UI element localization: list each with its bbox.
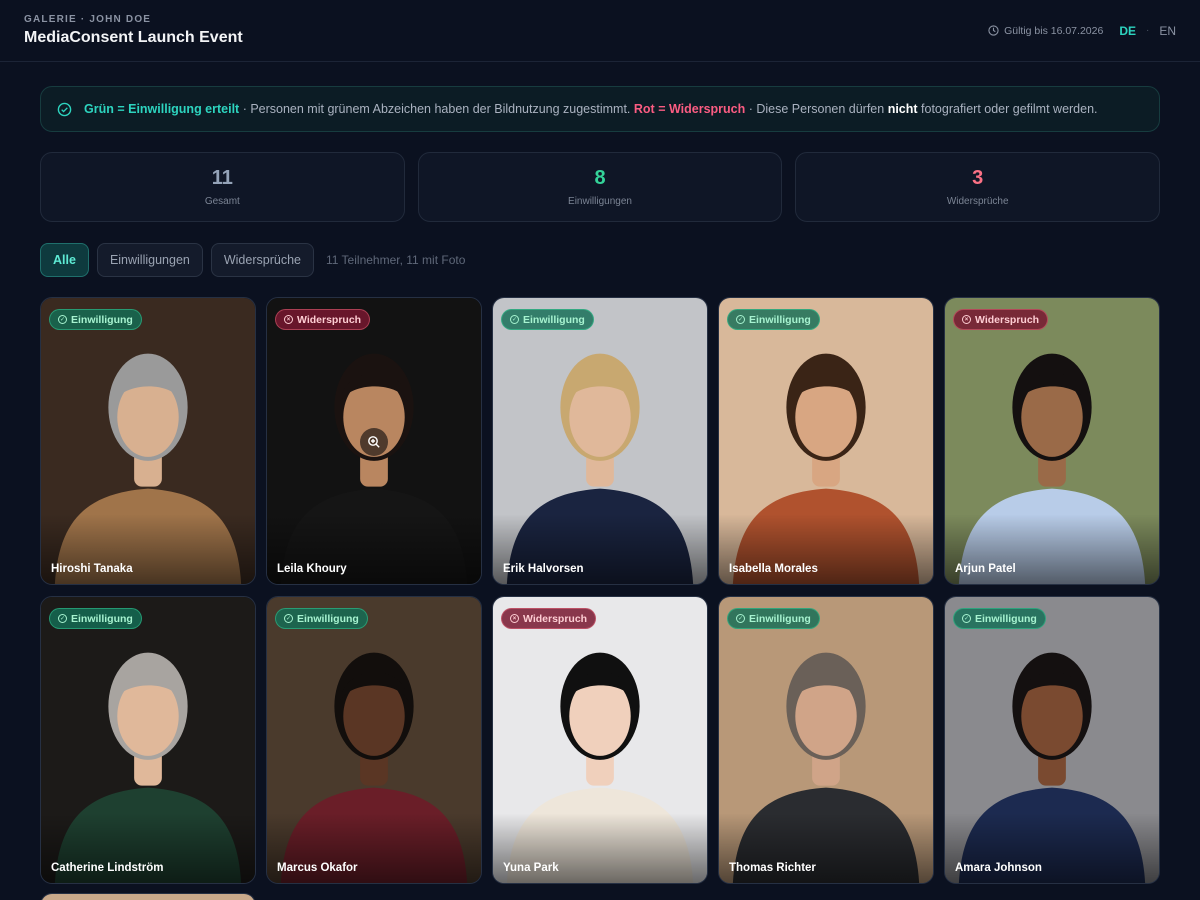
person-name: Thomas Richter (729, 862, 816, 874)
photo-card[interactable]: ✓ Einwilligung Hiroshi Tanaka (40, 297, 256, 585)
stat-total-value: 11 (211, 167, 233, 189)
page-title: MediaConsent Launch Event (24, 29, 243, 46)
filter-all-button[interactable]: Alle (40, 243, 89, 277)
banner-text-2: · Diese Personen dürfen (745, 102, 888, 116)
check-icon: ✓ (284, 614, 293, 623)
consent-badge: ✓ Einwilligung (501, 309, 594, 330)
banner-green-label: Grün = Einwilligung erteilt (84, 102, 240, 116)
photo-card[interactable]: × Widerspruch Arjun Patel (944, 297, 1160, 585)
person-name: Leila Khoury (277, 563, 347, 575)
photo-card[interactable]: ✓ Einwilligung Catherine Lindström (40, 596, 256, 884)
check-icon: ✓ (58, 614, 67, 623)
person-name: Isabella Morales (729, 563, 818, 575)
stat-total-label: Gesamt (204, 196, 240, 207)
lang-de-button[interactable]: DE (1119, 24, 1136, 38)
check-icon: ✓ (736, 614, 745, 623)
banner-text-3: fotografiert oder gefilmt werden. (917, 102, 1098, 116)
banner-emphasis: nicht (887, 102, 918, 116)
filter-consents-button[interactable]: Einwilligungen (96, 243, 203, 277)
stats-row: 11 Gesamt 8 Einwilligungen 3 Widersprüch… (40, 152, 1161, 222)
gallery-eyebrow: GALERIE · JOHN DOE (24, 14, 152, 25)
photo-card[interactable]: × Widerspruch Leila Khoury (266, 297, 482, 585)
badge-label: Einwilligung (749, 313, 811, 326)
objection-badge: × Widerspruch (953, 309, 1049, 330)
person-name: Erik Halvorsen (503, 563, 584, 575)
lang-separator: · (1145, 25, 1150, 36)
stat-objections-label: Widersprüche (946, 196, 1009, 207)
filter-bar: Alle Einwilligungen Widersprüche 11 Teil… (40, 243, 465, 277)
badge-label: Einwilligung (975, 612, 1037, 625)
check-circle-icon (57, 102, 72, 116)
badge-label: Einwilligung (71, 313, 133, 326)
check-icon: ✓ (58, 315, 67, 324)
photo-card[interactable]: ✓ Einwilligung Erik Halvorsen (492, 297, 708, 585)
photo-grid: ✓ Einwilligung Hiroshi Tanaka × Widerspruch L… (40, 297, 1160, 884)
stat-total: 11 Gesamt (40, 152, 405, 222)
badge-label: Widerspruch (523, 612, 588, 625)
badge-label: Widerspruch (975, 313, 1040, 326)
consent-badge: ✓ Einwilligung (727, 309, 820, 330)
badge-label: Einwilligung (523, 313, 585, 326)
validity-text: Gültig bis 16.07.2026 (1004, 24, 1104, 37)
person-name: Hiroshi Tanaka (51, 563, 133, 575)
banner-text: Grün = Einwilligung erteilt · Personen m… (84, 102, 1098, 116)
consent-badge: ✓ Einwilligung (953, 608, 1046, 629)
banner-text-1: · Personen mit grünem Abzeichen haben de… (239, 102, 634, 116)
objection-badge: × Widerspruch (501, 608, 597, 629)
participant-count: 11 Teilnehmer, 11 mit Foto (325, 253, 466, 267)
lang-en-button[interactable]: EN (1159, 24, 1176, 38)
person-name: Catherine Lindström (51, 862, 164, 874)
badge-label: Einwilligung (71, 612, 133, 625)
block-icon: × (284, 315, 293, 324)
filter-objections-button[interactable]: Widersprüche (210, 243, 314, 277)
gallery-header: GALERIE · JOHN DOE MediaConsent Launch E… (0, 0, 1200, 62)
stat-objections-value: 3 (972, 167, 984, 189)
badge-label: Widerspruch (297, 313, 362, 326)
photo-card[interactable]: ✓ Einwilligung Thomas Richter (718, 596, 934, 884)
block-icon: × (962, 315, 971, 324)
clock-icon (988, 25, 999, 36)
consent-badge: ✓ Einwilligung (49, 309, 142, 330)
block-icon: × (510, 614, 519, 623)
badge-label: Einwilligung (749, 612, 811, 625)
person-name: Marcus Okafor (277, 862, 358, 874)
validity-info: Gültig bis 16.07.2026 (988, 25, 1103, 37)
badge-label: Einwilligung (297, 612, 359, 625)
photo-card[interactable]: ✓ Einwilligung Marcus Okafor (266, 596, 482, 884)
stat-consents-label: Einwilligungen (568, 196, 632, 207)
person-name: Arjun Patel (955, 563, 1016, 575)
check-icon: ✓ (510, 315, 519, 324)
consent-badge: ✓ Einwilligung (727, 608, 820, 629)
photo-card[interactable]: ✓ Einwilligung Amara Johnson (944, 596, 1160, 884)
check-icon: ✓ (962, 614, 971, 623)
stat-consents-value: 8 (594, 167, 606, 189)
header-right: Gültig bis 16.07.2026 DE · EN (988, 24, 1176, 38)
banner-red-label: Rot = Widerspruch (633, 102, 746, 116)
objection-badge: × Widerspruch (275, 309, 371, 330)
stat-consents: 8 Einwilligungen (417, 152, 783, 222)
photo-card-partial[interactable] (40, 893, 256, 900)
stat-objections: 3 Widersprüche (795, 152, 1161, 222)
consent-badge: ✓ Einwilligung (49, 608, 142, 629)
info-banner: Grün = Einwilligung erteilt · Personen m… (40, 86, 1160, 132)
person-name: Amara Johnson (955, 862, 1042, 874)
zoom-icon[interactable] (360, 428, 388, 456)
consent-badge: ✓ Einwilligung (275, 608, 368, 629)
photo-card[interactable]: ✓ Einwilligung Isabella Morales (718, 297, 934, 585)
header-left: GALERIE · JOHN DOE MediaConsent Launch E… (24, 14, 243, 47)
photo-card[interactable]: × Widerspruch Yuna Park (492, 596, 708, 884)
person-name: Yuna Park (503, 862, 559, 874)
check-icon: ✓ (736, 315, 745, 324)
